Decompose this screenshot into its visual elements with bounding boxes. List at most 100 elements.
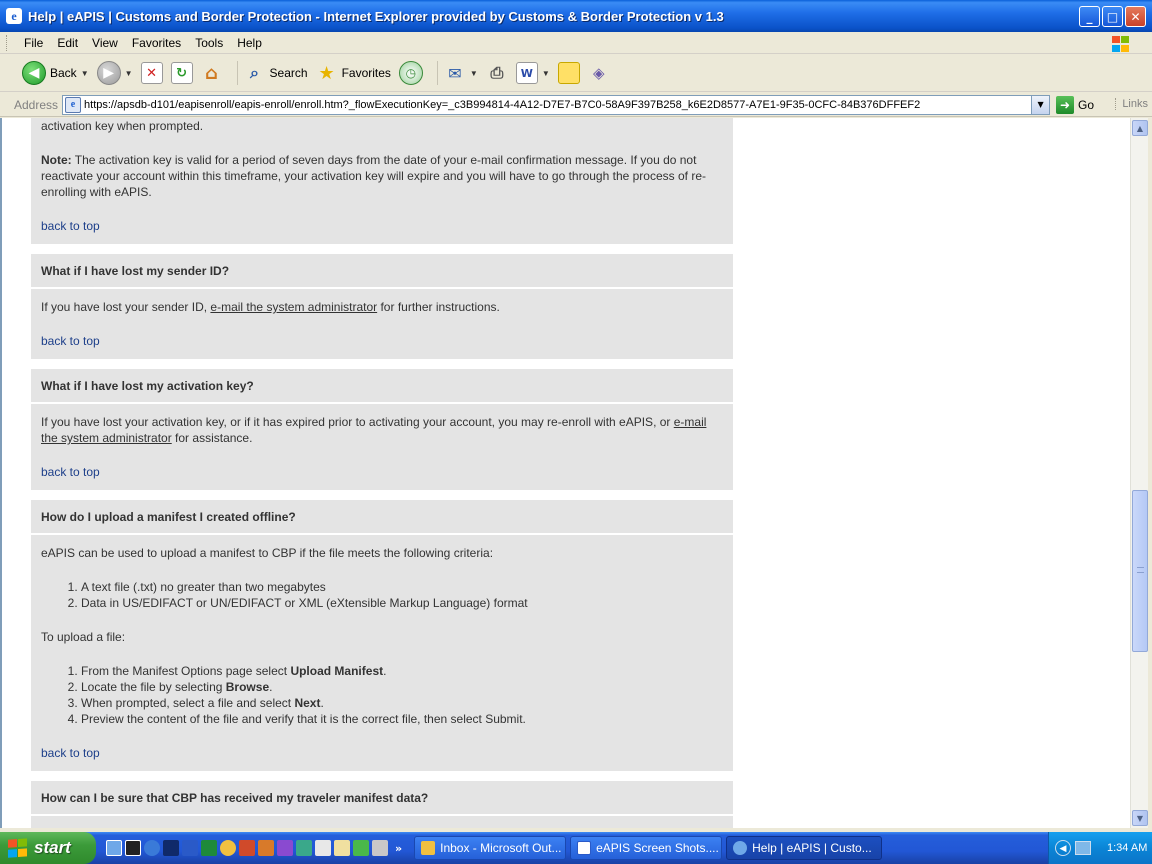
go-label: Go — [1078, 97, 1095, 112]
task-word[interactable]: eAPIS Screen Shots.... — [570, 836, 723, 860]
quick-launch-icon[interactable] — [372, 840, 388, 856]
quick-launch-icon[interactable] — [315, 840, 331, 856]
menu-edit[interactable]: Edit — [57, 36, 78, 50]
task-internet-explorer[interactable]: Help | eAPIS | Custo... — [726, 836, 883, 860]
windows-flag-icon — [8, 838, 28, 858]
address-dropdown-icon[interactable]: ▼ — [1031, 95, 1050, 114]
quick-launch: » — [106, 832, 402, 864]
mail-dropdown-icon[interactable]: ▼ — [470, 69, 478, 78]
forward-button[interactable]: ▶ ▼ — [96, 61, 133, 85]
mail-button[interactable]: ✉ ▼ — [444, 62, 478, 84]
scroll-thumb[interactable] — [1132, 490, 1148, 652]
title-bar[interactable]: e Help | eAPIS | Customs and Border Prot… — [0, 0, 1152, 32]
search-button[interactable]: ⌕ Search — [244, 62, 308, 84]
research-button[interactable]: ◈ — [588, 62, 610, 84]
quick-launch-icon[interactable] — [258, 840, 274, 856]
search-icon: ⌕ — [250, 63, 260, 82]
faq-section-sender-id: What if I have lost my sender ID? If you… — [31, 254, 733, 359]
menu-grip — [6, 35, 9, 51]
maximize-button[interactable]: □ — [1102, 6, 1123, 27]
word-icon: W — [515, 62, 538, 84]
network-icon[interactable] — [1075, 841, 1091, 855]
favorites-star-icon: ★ — [318, 62, 335, 84]
links-toolbar[interactable]: Links — [1115, 98, 1148, 110]
upload-intro: eAPIS can be used to upload a manifest t… — [41, 546, 494, 560]
minimize-button[interactable]: _ — [1079, 6, 1100, 27]
note-text: The activation key is valid for a period… — [41, 153, 706, 199]
menu-bar: File Edit View Favorites Tools Help — [0, 32, 1152, 54]
go-arrow-icon: ➜ — [1056, 95, 1075, 114]
task-label: Help | eAPIS | Custo... — [752, 841, 872, 855]
window-frame — [1148, 118, 1152, 828]
back-dropdown-icon[interactable]: ▼ — [81, 69, 89, 78]
command-prompt-icon[interactable] — [125, 840, 141, 856]
forward-dropdown-icon[interactable]: ▼ — [125, 69, 133, 78]
printer-icon: ⎙ — [490, 63, 504, 82]
back-button[interactable]: ◀ Back ▼ — [22, 61, 89, 85]
back-to-top-link[interactable]: back to top — [41, 333, 100, 349]
page-viewport[interactable]: activation key when prompted. Note: The … — [0, 118, 1130, 828]
scroll-up-icon[interactable]: ▲ — [1132, 120, 1148, 136]
scroll-down-icon[interactable]: ▼ — [1132, 810, 1148, 826]
back-arrow-icon: ◀ — [22, 61, 46, 85]
menu-file[interactable]: File — [24, 36, 43, 50]
edit-word-button[interactable]: W ▼ — [515, 62, 550, 84]
home-button[interactable]: ⌂ — [201, 62, 223, 84]
list-item: A text file (.txt) no greater than two m… — [81, 579, 723, 595]
vertical-scrollbar[interactable]: ▲ ▼ — [1130, 118, 1148, 828]
address-input[interactable]: e https://apsdb-d101/eapisenroll/eapis-e… — [62, 94, 1051, 115]
refresh-button[interactable]: ↻ — [170, 62, 193, 84]
outlook-icon — [421, 841, 436, 855]
back-to-top-link[interactable]: back to top — [41, 218, 100, 234]
start-label: start — [34, 838, 71, 857]
search-label: Search — [269, 66, 308, 80]
menu-view[interactable]: View — [92, 36, 118, 50]
internet-explorer-icon[interactable] — [144, 840, 160, 856]
refresh-icon: ↻ — [170, 62, 193, 84]
edit-dropdown-icon[interactable]: ▼ — [542, 69, 550, 78]
step-text: . — [269, 680, 273, 694]
quick-launch-icon[interactable] — [353, 840, 369, 856]
quick-launch-more-icon[interactable]: » — [395, 842, 402, 855]
favorites-button[interactable]: ★ Favorites — [316, 62, 390, 84]
print-button[interactable]: ⎙ — [486, 62, 508, 84]
note-button[interactable] — [557, 62, 580, 84]
address-url[interactable]: https://apsdb-d101/eapisenroll/eapis-enr… — [84, 99, 920, 111]
back-to-top-link[interactable]: back to top — [41, 464, 100, 480]
stop-icon: ✕ — [140, 62, 163, 84]
close-button[interactable]: ✕ — [1125, 6, 1146, 27]
tray-expand-icon[interactable]: ◀ — [1055, 840, 1071, 856]
step-text: . — [383, 664, 387, 678]
email-admin-link[interactable]: e-mail the system administrator — [210, 300, 377, 314]
menu-tools[interactable]: Tools — [195, 36, 223, 50]
start-button[interactable]: start — [0, 832, 96, 864]
quick-launch-icon[interactable] — [106, 840, 122, 856]
quick-launch-icon[interactable] — [277, 840, 293, 856]
history-button[interactable]: ◷ — [398, 61, 423, 85]
powerpoint-icon[interactable] — [239, 840, 255, 856]
ie-icon: e — [6, 8, 22, 24]
task-outlook[interactable]: Inbox - Microsoft Out... — [414, 836, 567, 860]
excel-icon[interactable] — [201, 840, 217, 856]
quick-launch-icon[interactable] — [296, 840, 312, 856]
word-icon[interactable] — [182, 840, 198, 856]
faq-section-received: How can I be sure that CBP has received … — [31, 781, 733, 828]
sender-text-before: If you have lost your sender ID, — [41, 300, 211, 314]
quick-launch-icon[interactable] — [334, 840, 350, 856]
menu-help[interactable]: Help — [237, 36, 262, 50]
step-bold: Next — [294, 696, 321, 710]
list-item: Locate the file by selecting Browse. — [81, 679, 723, 695]
faq-heading: What if I have lost my activation key? — [31, 369, 733, 404]
step-text: Locate the file by selecting — [81, 680, 226, 694]
stop-button[interactable]: ✕ — [140, 62, 163, 84]
menu-favorites[interactable]: Favorites — [132, 36, 181, 50]
go-button[interactable]: ➜ Go — [1056, 95, 1095, 114]
reactivate-tail: activation key when prompted. — [41, 119, 204, 133]
quick-launch-icon[interactable] — [163, 840, 179, 856]
step-bold: Upload Manifest — [290, 664, 384, 678]
list-item: Preview the content of the file and veri… — [81, 711, 723, 727]
outlook-icon[interactable] — [220, 840, 236, 856]
task-label: Inbox - Microsoft Out... — [440, 841, 562, 855]
clock[interactable]: 1:34 AM — [1107, 842, 1147, 854]
back-to-top-link[interactable]: back to top — [41, 745, 100, 761]
